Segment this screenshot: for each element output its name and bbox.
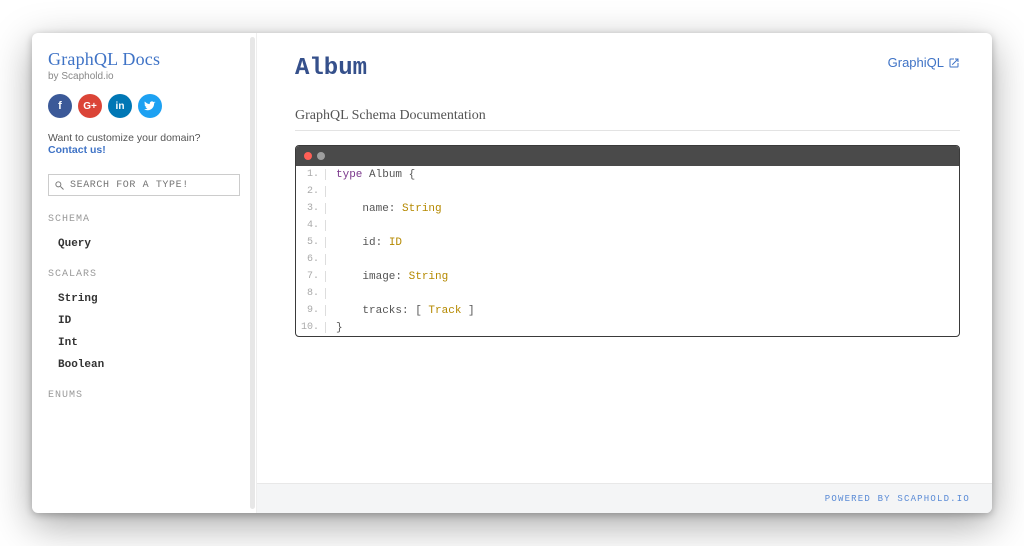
- line-number: 4.: [296, 220, 326, 231]
- code-titlebar: [296, 146, 959, 166]
- footer-text: POWERED BY SCAPHOLD.IO: [825, 494, 970, 504]
- sidebar-item-string[interactable]: String: [48, 288, 242, 310]
- code-body: 1.type Album {2.3. name: String4.5. id: …: [296, 166, 959, 336]
- graphiql-link[interactable]: GraphiQL: [888, 55, 960, 70]
- code-line: 6.: [296, 251, 959, 268]
- code-line: 1.type Album {: [296, 166, 959, 183]
- google-plus-icon[interactable]: G+: [78, 94, 102, 118]
- line-content: name: String: [326, 203, 442, 215]
- app-window: GraphQL Docs by Scaphold.io f G+ in Want…: [32, 33, 992, 513]
- content-header: Album GraphiQL: [295, 55, 960, 82]
- sidebar-scrollbar[interactable]: [250, 37, 255, 509]
- section-scalars: SCALARS: [48, 269, 242, 280]
- line-number: 3.: [296, 203, 326, 214]
- social-row: f G+ in: [48, 94, 242, 118]
- code-line: 3. name: String: [296, 200, 959, 217]
- line-number: 7.: [296, 271, 326, 282]
- window-min-dot: [317, 152, 325, 160]
- content-area: Album GraphiQL GraphQL Schema Documentat…: [257, 33, 992, 483]
- line-content: }: [326, 322, 343, 334]
- code-line: 9. tracks: [ Track ]: [296, 302, 959, 319]
- line-content: tracks: [ Track ]: [326, 305, 475, 317]
- line-content: image: String: [326, 271, 448, 283]
- code-line: 2.: [296, 183, 959, 200]
- code-line: 10.}: [296, 319, 959, 336]
- search-icon: [54, 180, 65, 191]
- sidebar-item-query[interactable]: Query: [48, 233, 242, 255]
- line-content: id: ID: [326, 237, 402, 249]
- twitter-icon[interactable]: [138, 94, 162, 118]
- sidebar-item-boolean[interactable]: Boolean: [48, 354, 242, 376]
- line-number: 1.: [296, 169, 326, 180]
- line-number: 5.: [296, 237, 326, 248]
- search-input[interactable]: [70, 180, 234, 191]
- line-number: 6.: [296, 254, 326, 265]
- site-subtitle: by Scaphold.io: [48, 71, 242, 82]
- graphiql-label: GraphiQL: [888, 55, 944, 70]
- code-block: 1.type Album {2.3. name: String4.5. id: …: [295, 145, 960, 337]
- facebook-icon[interactable]: f: [48, 94, 72, 118]
- window-close-dot: [304, 152, 312, 160]
- code-line: 8.: [296, 285, 959, 302]
- sidebar-item-id[interactable]: ID: [48, 310, 242, 332]
- main-panel: Album GraphiQL GraphQL Schema Documentat…: [257, 33, 992, 513]
- page-title: Album: [295, 55, 367, 82]
- sidebar: GraphQL Docs by Scaphold.io f G+ in Want…: [32, 33, 257, 513]
- code-line: 4.: [296, 217, 959, 234]
- section-schema: SCHEMA: [48, 214, 242, 225]
- section-title: GraphQL Schema Documentation: [295, 108, 960, 131]
- footer: POWERED BY SCAPHOLD.IO: [257, 483, 992, 513]
- contact-us-link[interactable]: Contact us!: [48, 144, 106, 156]
- code-line: 5. id: ID: [296, 234, 959, 251]
- line-number: 2.: [296, 186, 326, 197]
- line-number: 8.: [296, 288, 326, 299]
- line-number: 9.: [296, 305, 326, 316]
- site-title: GraphQL Docs: [48, 49, 242, 70]
- sidebar-item-int[interactable]: Int: [48, 332, 242, 354]
- search-box[interactable]: [48, 174, 240, 196]
- external-link-icon: [948, 57, 960, 69]
- line-number: 10.: [296, 322, 326, 333]
- customize-note: Want to customize your domain? Contact u…: [48, 132, 242, 156]
- linkedin-icon[interactable]: in: [108, 94, 132, 118]
- code-line: 7. image: String: [296, 268, 959, 285]
- section-enums: ENUMS: [48, 390, 242, 401]
- line-content: type Album {: [326, 169, 415, 181]
